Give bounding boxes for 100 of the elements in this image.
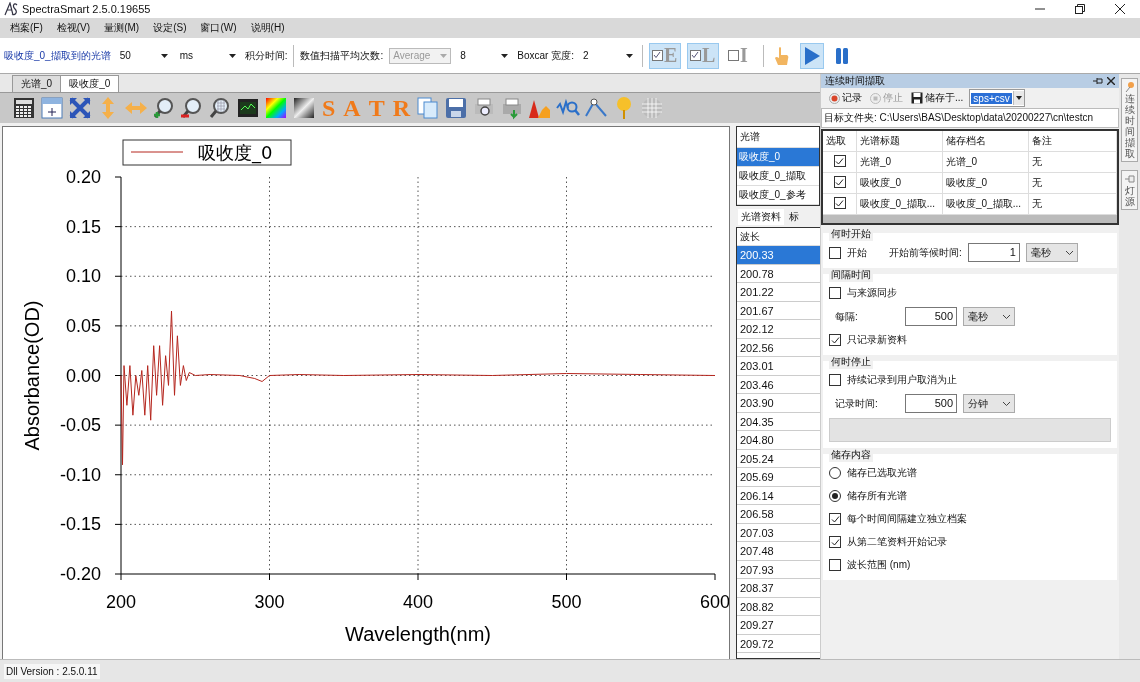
column-header: 选取 [823,131,857,151]
side-tab[interactable]: 灯源 [1121,170,1138,210]
menu-item[interactable]: 量测(M) [104,21,140,35]
side-tab-label: 连续时间擷取 [1124,93,1135,159]
y-tick-label: -0.10 [59,464,101,485]
y-axis-title: Absorbance(OD) [21,300,43,451]
panel-tab[interactable]: 标 [786,209,802,225]
menu-item[interactable]: 说明(H) [250,21,285,35]
y-tick-label: 0.15 [65,216,101,237]
rainbow-square-icon[interactable] [264,96,288,120]
calculator-icon[interactable] [12,96,36,120]
table-cell: 吸收度_0 [943,173,1029,193]
checkbox[interactable] [689,50,701,61]
checkmark-icon [835,198,844,208]
number-field[interactable]: 500 [905,394,957,413]
x-tick-label: 600 [700,592,729,612]
side-tab-label: 灯源 [1124,185,1135,207]
y-tick-label: 0.05 [65,315,101,336]
save-icon[interactable] [444,96,469,120]
panel-tab[interactable]: 光谱资料 [738,209,784,225]
number-field[interactable]: 1 [967,243,1020,262]
x-tick-label: 500 [551,592,582,612]
chevron-down-icon [1003,314,1010,319]
expand-arrows-icon[interactable] [68,96,92,120]
table-cell: 吸收度_0_擷取... [943,194,1029,214]
average-count-combo[interactable]: 8 [457,47,512,64]
group-title: 何时开始 [829,227,873,241]
wavelength-cell[interactable]: 200.33 [737,246,820,265]
column-header: 波长 [737,228,820,246]
checkbox[interactable]: 每个时间间隔建立独立档案 [829,512,967,526]
restore-icon[interactable] [1074,3,1086,15]
menu-item[interactable]: 窗口(W) [200,21,237,35]
menu-item[interactable]: 档案(F) [10,21,43,35]
field-label: 记录时间: [835,396,879,411]
checkbox[interactable] [833,176,846,188]
zoom-in-icon[interactable] [152,96,176,120]
spectrum-list-item[interactable]: 吸收度_0 [737,148,819,167]
unit-select[interactable]: 分钟 [963,394,1015,413]
y-tick-label: 0.00 [65,365,101,386]
app-logo-icon [4,2,18,16]
close-icon[interactable] [1114,3,1126,15]
unit-combo[interactable]: ms [176,47,239,64]
checkbox[interactable]: 波长范围 (nm) [829,558,911,572]
document-tab[interactable]: 吸收度_0 [60,75,120,92]
menu-item[interactable]: 设定(S) [153,21,187,35]
checkbox[interactable] [833,155,846,167]
unit-select[interactable]: 毫秒 [1025,243,1078,262]
checkbox[interactable] [833,197,846,209]
dropdown-arrow-icon [228,53,236,58]
table-cell: 无 [1029,152,1117,172]
panel-title: 连续时间擷取 [825,74,886,88]
table-cell: 光谱_0 [943,152,1029,172]
checkbox[interactable]: 从第二笔资料开始记录 [829,535,947,549]
record-icon [829,92,840,104]
checkbox[interactable]: 与来源同步 [829,286,897,300]
integration-label: 积分时间: [244,48,288,63]
checkbox[interactable] [651,50,663,61]
play-button[interactable] [799,42,824,69]
checkmark-icon [652,51,661,59]
unit-select[interactable]: 毫秒 [963,307,1015,326]
dropdown-arrow-icon [625,53,633,58]
close-icon[interactable] [1107,77,1115,85]
dropdown-arrow-icon [160,53,168,58]
number-field[interactable]: 500 [905,307,957,326]
y-tick-label: -0.05 [59,415,101,436]
y-tick-label: -0.20 [59,564,101,584]
gradient-square-icon[interactable] [292,96,316,120]
boxcar-combo[interactable]: 2 [579,47,636,64]
pin-icon[interactable] [1093,77,1103,85]
x-axis-title: Wavelength(nm) [345,623,491,645]
play-icon [802,45,821,66]
save-button[interactable]: 储存于... [909,91,966,105]
spectrum-list-item[interactable]: 吸收度_0_参考 [737,186,819,205]
table-cell: 无 [1029,173,1117,193]
table-cell: 无 [1029,194,1117,214]
checkbox[interactable]: 开始 [829,245,867,260]
table-cell: 吸收度_0 [857,173,943,193]
radio-button[interactable]: 储存所有光谱 [829,489,907,503]
format-combo[interactable]: sps+csv [969,89,1025,107]
checkbox[interactable] [727,50,739,61]
checkmark-icon [830,537,840,547]
checkmark-icon [835,177,844,187]
checkbox[interactable]: 持续记录到用户取消为止 [829,373,957,387]
checkmark-icon [690,51,699,59]
menu-item[interactable]: 检视(V) [56,21,91,35]
side-tab[interactable]: 连续时间擷取 [1121,78,1138,162]
zoom-out-icon[interactable] [180,96,204,120]
monitor-icon[interactable] [236,96,260,120]
record-button[interactable]: 记录 [827,91,864,105]
checkbox[interactable]: 只记录新资料 [829,333,907,347]
radio-button[interactable]: 储存已选取光谱 [829,466,917,480]
document-tab[interactable]: 光谱_0 [12,75,62,92]
status-text: Dll Version : 2.5.0.11 [4,663,100,679]
target-folder-path: 目标文件夹: C:\Users\BAS\Desktop\data\20200227\cn\testcn [821,108,1119,128]
checkmark-icon [835,156,844,166]
integration-combo[interactable]: 50 [116,47,171,64]
spectrum-list-item[interactable]: 吸收度_0_擷取 [737,167,819,186]
legend-label: 吸收度_0 [198,142,273,163]
zoom-grid-icon[interactable] [208,96,232,120]
chevron-down-icon [1065,250,1073,255]
